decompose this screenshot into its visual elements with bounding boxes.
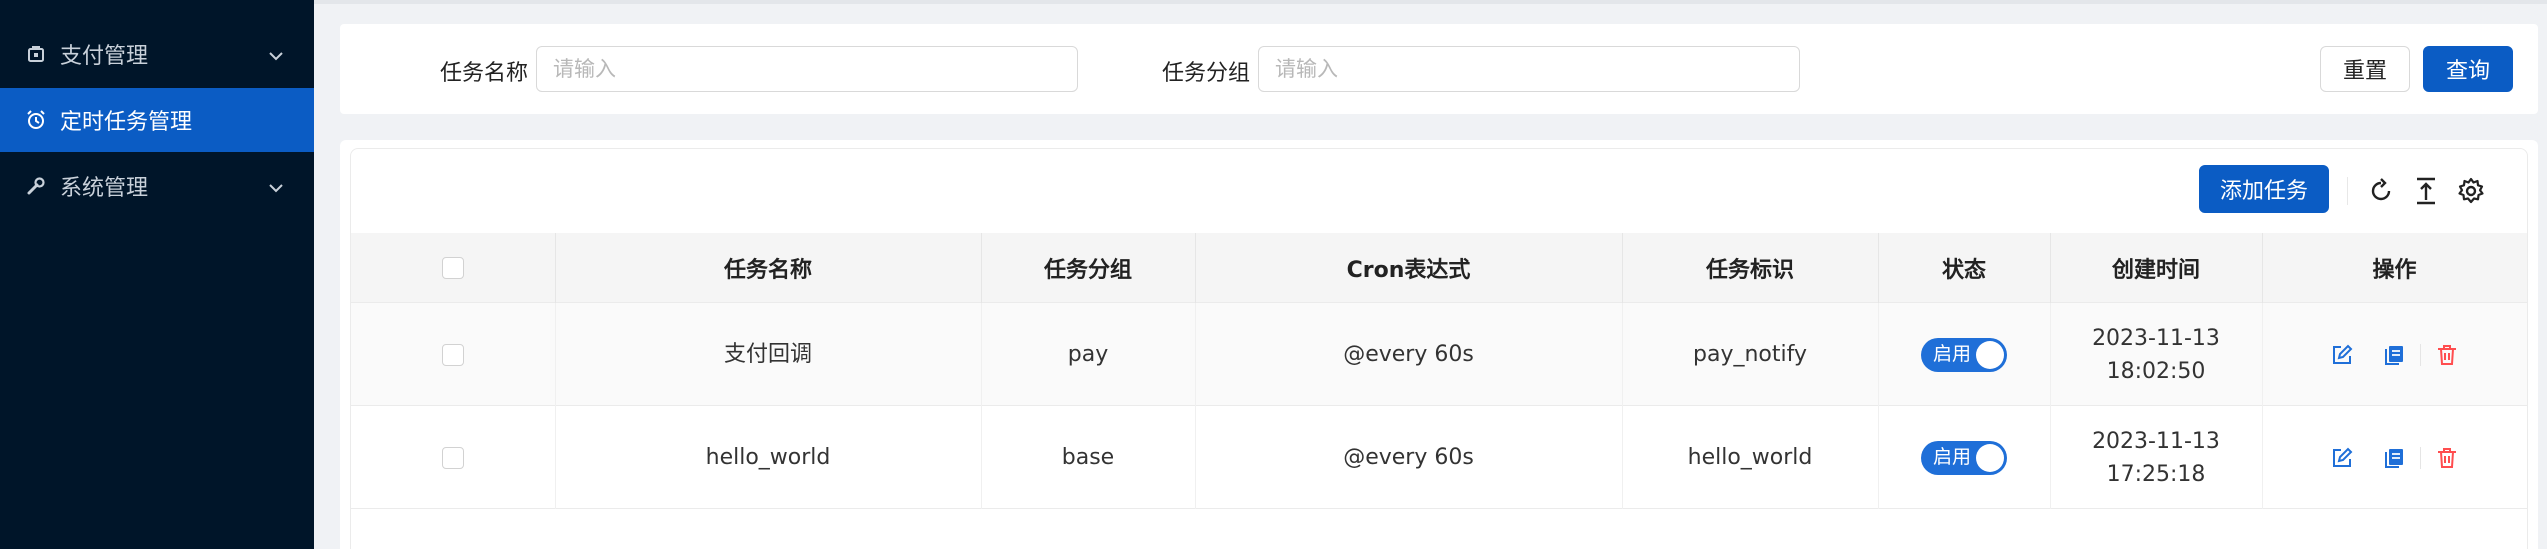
export-icon[interactable]	[2410, 175, 2442, 207]
sidebar-item-label: 定时任务管理	[60, 110, 193, 135]
table-row[interactable]: hello_world base @every 60s hello_world …	[351, 406, 2527, 509]
column-header: 状态	[1941, 258, 1986, 283]
row-checkbox[interactable]	[442, 446, 464, 469]
settings-icon[interactable]	[2455, 175, 2487, 207]
sidebar-item-scheduled-tasks[interactable]: 定时任务管理	[0, 88, 314, 152]
chevron-down-icon	[268, 174, 284, 199]
actions-cell	[2262, 303, 2527, 406]
delete-icon[interactable]	[2434, 342, 2460, 368]
task-group-label: 任务分组	[1162, 61, 1251, 86]
status-toggle[interactable]: 启用	[1921, 440, 2007, 475]
created-time-cell: 2023-11-13 18:02:50	[2050, 303, 2262, 406]
delete-icon[interactable]	[2434, 445, 2460, 471]
query-button[interactable]: 查询	[2423, 46, 2513, 92]
task-group-cell: pay	[1067, 342, 1109, 367]
edit-icon[interactable]	[2329, 445, 2355, 471]
sidebar: 支付管理 定时任务管理 系统管理	[0, 0, 314, 549]
search-panel: 任务名称 任务分组 重置 查询	[340, 24, 2538, 114]
created-time: 18:02:50	[2106, 358, 2206, 384]
sidebar-item-label: 支付管理	[60, 44, 149, 69]
row-checkbox[interactable]	[442, 343, 464, 366]
edit-icon[interactable]	[2329, 342, 2355, 368]
detail-icon[interactable]	[2381, 445, 2407, 471]
alarm-clock-icon	[26, 110, 46, 130]
task-group-cell: base	[1061, 445, 1115, 470]
created-date: 2023-11-13	[2092, 325, 2220, 351]
status-toggle-label: 启用	[1933, 446, 1972, 468]
add-task-button[interactable]: 添加任务	[2199, 165, 2329, 213]
sidebar-item-system[interactable]: 系统管理	[0, 154, 314, 218]
wrench-icon	[26, 176, 46, 196]
cron-cell: @every 60s	[1343, 342, 1474, 367]
created-time-cell: 2023-11-13 17:25:18	[2050, 406, 2262, 509]
reset-button[interactable]: 重置	[2320, 46, 2410, 92]
task-name-label: 任务名称	[440, 61, 529, 86]
task-group-input[interactable]	[1258, 46, 1800, 92]
table-panel: 添加任务 任务名称 任务分组 Cron表达式 任务标识 状态 创建时间 操作 支…	[340, 140, 2538, 549]
refresh-icon[interactable]	[2365, 175, 2397, 207]
task-name-cell: 支付回调	[723, 342, 812, 367]
task-name-cell: hello_world	[705, 445, 831, 470]
column-header: Cron表达式	[1346, 258, 1471, 283]
column-header: 创建时间	[2111, 258, 2200, 283]
table-row[interactable]: 支付回调 pay @every 60s pay_notify 启用 2023-1…	[351, 303, 2527, 406]
detail-icon[interactable]	[2381, 342, 2407, 368]
cron-cell: @every 60s	[1343, 445, 1474, 470]
table-card: 添加任务 任务名称 任务分组 Cron表达式 任务标识 状态 创建时间 操作 支…	[350, 148, 2528, 549]
sidebar-item-payment[interactable]: 支付管理	[0, 22, 314, 86]
created-time: 17:25:18	[2106, 461, 2206, 487]
column-header: 任务标识	[1705, 258, 1794, 283]
column-header: 任务分组	[1043, 258, 1132, 283]
actions-cell	[2262, 406, 2527, 509]
task-key-cell: hello_world	[1687, 445, 1813, 470]
sidebar-item-label: 系统管理	[60, 176, 149, 201]
top-border	[314, 0, 2547, 4]
created-date: 2023-11-13	[2092, 428, 2220, 454]
toolbar-divider	[2347, 177, 2348, 205]
chevron-down-icon	[268, 42, 284, 67]
task-key-cell: pay_notify	[1693, 342, 1807, 367]
table-header: 任务名称 任务分组 Cron表达式 任务标识 状态 创建时间 操作	[351, 233, 2527, 303]
status-toggle[interactable]: 启用	[1921, 337, 2007, 372]
column-header: 操作	[2372, 258, 2417, 283]
column-header: 任务名称	[723, 258, 812, 283]
task-name-input[interactable]	[536, 46, 1078, 92]
status-toggle-label: 启用	[1933, 343, 1972, 365]
select-all-checkbox[interactable]	[442, 257, 464, 279]
wallet-icon	[26, 44, 46, 64]
